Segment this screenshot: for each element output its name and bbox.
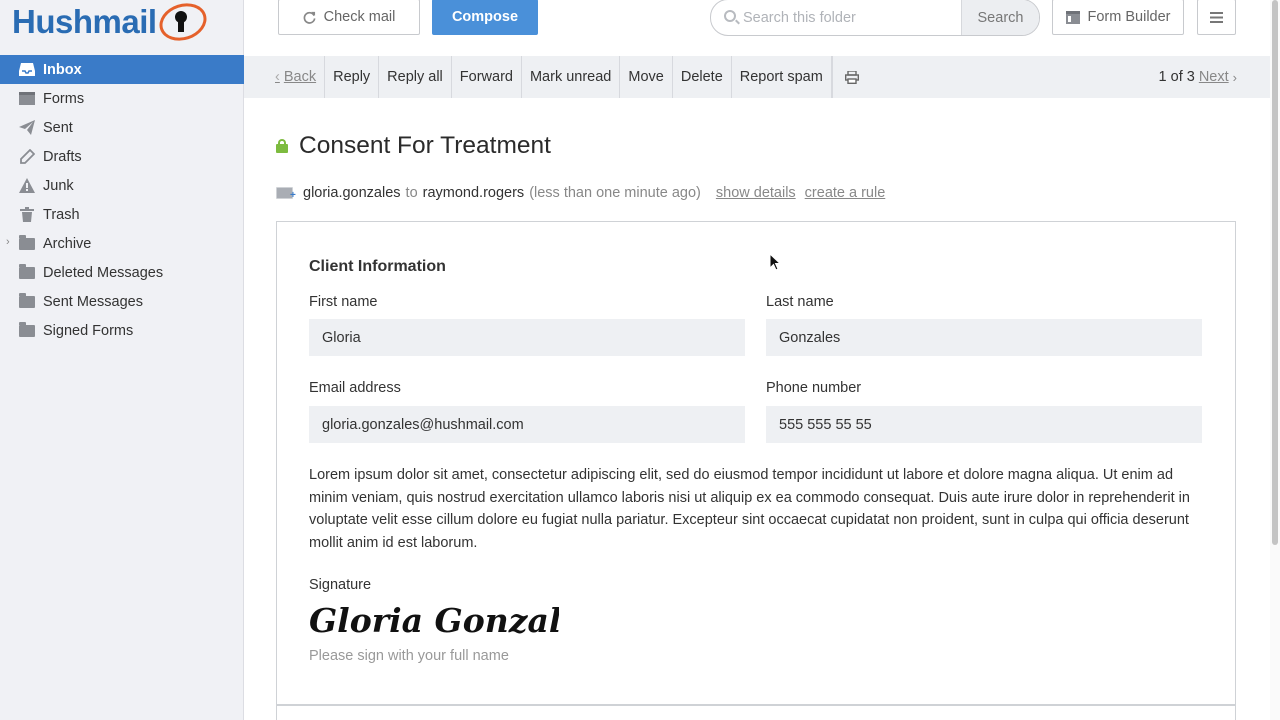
check-mail-label: Check mail xyxy=(323,9,396,25)
form-card-next-section xyxy=(276,705,1236,720)
last-name-label: Last name xyxy=(766,294,834,310)
email-field: gloria.gonzales@hushmail.com xyxy=(309,406,745,443)
sidebar: Hushmail Inbox Forms Sent Drafts Junk Tr… xyxy=(0,0,244,720)
report-spam-button[interactable]: Report spam xyxy=(732,56,832,98)
logo-text-hush: Hush xyxy=(12,3,93,40)
printer-icon xyxy=(844,70,859,84)
sidebar-item-label: Inbox xyxy=(43,61,82,78)
last-name-field: Gonzales xyxy=(766,319,1202,356)
sidebar-item-trash[interactable]: Trash xyxy=(0,200,244,229)
sidebar-item-label: Deleted Messages xyxy=(43,264,164,281)
sidebar-item-label: Archive xyxy=(43,235,92,252)
first-name-label: First name xyxy=(309,294,378,310)
trash-icon xyxy=(20,207,34,222)
form-body-text: Lorem ipsum dolor sit amet, consectetur … xyxy=(309,467,1190,551)
sidebar-item-junk[interactable]: Junk xyxy=(0,171,244,200)
search-icon xyxy=(724,10,736,22)
message-toolbar: ‹ Back Reply Reply all Forward Mark unrea… xyxy=(244,56,1270,98)
form-builder-icon xyxy=(1065,10,1080,24)
folder-icon xyxy=(19,322,35,337)
section-title: Client Information xyxy=(309,258,446,275)
sidebar-item-label: Forms xyxy=(43,90,85,107)
refresh-icon xyxy=(303,11,316,24)
form-card: Client Information First name Gloria Las… xyxy=(276,221,1236,705)
forward-button[interactable]: Forward xyxy=(452,56,522,98)
top-toolbar: Check mail Compose Search Form Builder xyxy=(244,0,1270,55)
form-builder-button[interactable]: Form Builder xyxy=(1052,0,1184,35)
folder-icon xyxy=(19,293,35,308)
sender-name[interactable]: gloria.gonzales xyxy=(303,185,401,201)
folder-icon xyxy=(19,264,35,279)
signature-hint: Please sign with your full name xyxy=(309,648,509,664)
sidebar-item-label: Trash xyxy=(43,206,80,223)
lock-icon xyxy=(276,139,288,153)
pager-count: 1 of 3 xyxy=(1158,69,1195,85)
move-button[interactable]: Move xyxy=(620,56,673,98)
sidebar-item-forms[interactable]: Forms xyxy=(0,84,244,113)
sidebar-item-label: Junk xyxy=(43,177,74,194)
sidebar-item-label: Sent Messages xyxy=(43,293,143,310)
sidebar-item-archive[interactable]: › Archive xyxy=(0,229,244,258)
message-subject-row: Consent For Treatment xyxy=(276,128,551,164)
back-link[interactable]: ‹ Back xyxy=(275,56,326,98)
paper-plane-icon xyxy=(19,120,35,135)
sidebar-item-sent-messages[interactable]: Sent Messages xyxy=(0,287,244,316)
sidebar-item-inbox[interactable]: Inbox xyxy=(0,55,244,84)
chevron-left-icon: ‹ xyxy=(275,69,280,85)
folder-list: Inbox Forms Sent Drafts Junk Trash › Arc… xyxy=(0,55,244,345)
message-meta: + gloria.gonzales to raymond.rogers (les… xyxy=(276,183,885,203)
search-input[interactable] xyxy=(711,0,961,35)
signature-label: Signature xyxy=(309,577,372,593)
hushmail-app: Hushmail Inbox Forms Sent Drafts Junk Tr… xyxy=(0,0,1280,720)
sidebar-item-label: Sent xyxy=(43,119,73,136)
message-pager: 1 of 3 Next › xyxy=(1159,56,1237,98)
page-scrollbar[interactable] xyxy=(1270,0,1280,720)
signature-image: Gloria Gonzales xyxy=(309,601,559,640)
compose-button[interactable]: Compose xyxy=(432,0,538,35)
reply-button[interactable]: Reply xyxy=(325,56,380,98)
logo-text-mail: mail xyxy=(92,3,158,40)
next-link[interactable]: Next xyxy=(1199,69,1229,85)
print-button[interactable] xyxy=(831,56,871,98)
sidebar-item-deleted-messages[interactable]: Deleted Messages xyxy=(0,258,244,287)
scrollbar-thumb[interactable] xyxy=(1272,0,1278,545)
sidebar-item-signed-forms[interactable]: Signed Forms xyxy=(0,316,244,345)
warning-icon xyxy=(19,178,35,193)
hushmail-logo[interactable]: Hushmail xyxy=(12,0,211,47)
hamburger-menu-icon xyxy=(1210,11,1223,23)
reply-all-button[interactable]: Reply all xyxy=(379,56,452,98)
first-name-field: Gloria xyxy=(309,319,745,356)
recipient-name[interactable]: raymond.rogers xyxy=(423,185,525,201)
email-label: Email address xyxy=(309,380,401,396)
sidebar-item-drafts[interactable]: Drafts xyxy=(0,142,244,171)
add-contact-icon[interactable]: + xyxy=(276,186,296,201)
chevron-right-icon[interactable]: › xyxy=(6,236,10,248)
to-word: to xyxy=(405,185,418,201)
keyhole-logo-icon xyxy=(154,0,211,47)
forms-icon xyxy=(19,92,35,105)
phone-label: Phone number xyxy=(766,380,862,396)
phone-field: 555 555 55 55 xyxy=(766,406,1202,443)
form-builder-label: Form Builder xyxy=(1087,9,1171,25)
message-subject: Consent For Treatment xyxy=(299,132,551,159)
signature-text: Gloria Gonzales xyxy=(309,601,559,640)
show-details-link[interactable]: show details xyxy=(716,185,796,201)
sidebar-item-label: Drafts xyxy=(43,148,82,165)
sidebar-item-sent[interactable]: Sent xyxy=(0,113,244,142)
check-mail-button[interactable]: Check mail xyxy=(278,0,420,35)
search-box: Search xyxy=(710,0,1040,36)
folder-icon xyxy=(19,235,35,250)
create-rule-link[interactable]: create a rule xyxy=(805,185,886,201)
hamburger-menu-button[interactable] xyxy=(1197,0,1236,35)
sidebar-item-label: Signed Forms xyxy=(43,322,134,339)
chevron-right-icon: › xyxy=(1232,69,1237,85)
message-time: (less than one minute ago) xyxy=(529,185,701,201)
delete-button[interactable]: Delete xyxy=(673,56,732,98)
mouse-cursor-icon xyxy=(770,254,782,271)
pencil-icon xyxy=(20,149,35,164)
mark-unread-button[interactable]: Mark unread xyxy=(522,56,621,98)
search-button[interactable]: Search xyxy=(961,0,1039,35)
inbox-icon xyxy=(19,63,35,76)
